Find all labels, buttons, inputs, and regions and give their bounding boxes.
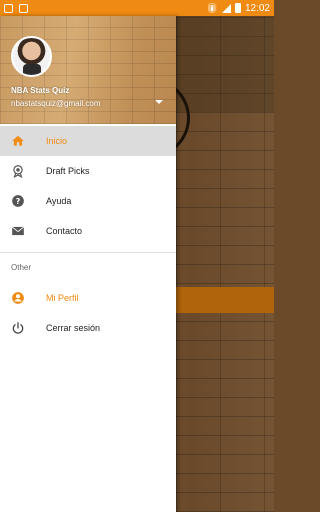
navigation-drawer: NBA Stats Quiz nbastatsquiz@gmail.com In… xyxy=(0,16,176,512)
menu-item-label: Cerrar sesión xyxy=(46,323,101,333)
profile-icon xyxy=(11,291,25,305)
draft-badge-icon xyxy=(11,164,25,178)
android-notification-icon xyxy=(4,3,13,13)
section-title-other: Other xyxy=(11,263,32,272)
menu-item-contacto[interactable]: Contacto xyxy=(0,216,176,246)
menu-item-label: Contacto xyxy=(46,226,83,236)
battery-icon xyxy=(234,3,241,13)
account-dropdown-icon[interactable] xyxy=(155,100,163,104)
power-icon xyxy=(11,321,25,335)
menu-item-label: Inicio xyxy=(46,136,68,146)
status-bar: 📳︎ 12:02 xyxy=(0,0,274,16)
menu-item-inicio[interactable]: Inicio xyxy=(0,126,176,156)
menu-divider xyxy=(0,252,176,253)
menu-item-cerrar-sesion[interactable]: Cerrar sesión xyxy=(0,313,176,343)
court-orange-band xyxy=(176,287,274,313)
system-icons: 📳︎ 12:02 xyxy=(207,3,270,14)
menu-item-label: Draft Picks xyxy=(46,166,90,176)
help-icon: ? xyxy=(11,194,25,208)
vibrate-icon: 📳︎ xyxy=(206,2,218,13)
app-name: NBA Stats Quiz xyxy=(11,86,70,95)
account-email: nbastatsquiz@gmail.com xyxy=(11,99,101,108)
court-shade xyxy=(176,16,274,112)
signal-icon xyxy=(221,3,231,13)
home-icon xyxy=(11,134,25,148)
avatar[interactable] xyxy=(11,36,52,77)
app-notification-icon xyxy=(19,3,28,13)
svg-text:?: ? xyxy=(16,196,21,206)
mail-icon xyxy=(11,224,25,238)
menu-item-draft-picks[interactable]: Draft Picks xyxy=(0,156,176,186)
notification-icons xyxy=(4,3,28,13)
status-time: 12:02 xyxy=(244,2,270,14)
drawer-header: NBA Stats Quiz nbastatsquiz@gmail.com xyxy=(0,16,176,124)
menu-item-label: Mi Perfil xyxy=(46,293,79,303)
menu-item-label: Ayuda xyxy=(46,196,72,206)
menu-item-mi-perfil[interactable]: Mi Perfil xyxy=(0,283,176,313)
menu-item-ayuda[interactable]: ? Ayuda xyxy=(0,186,176,216)
